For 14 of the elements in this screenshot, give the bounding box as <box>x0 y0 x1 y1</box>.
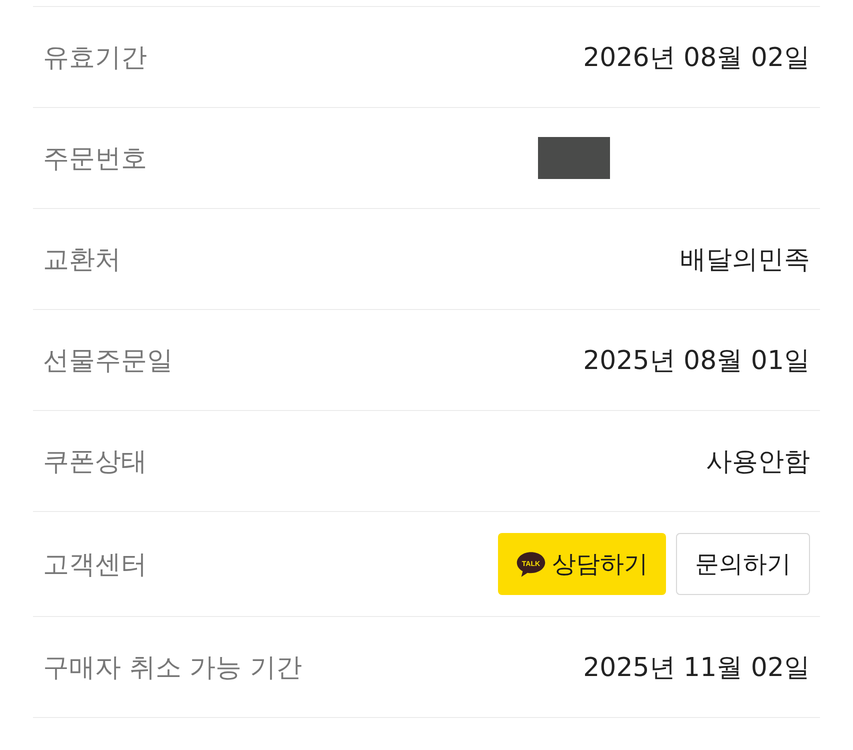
row-label: 선물주문일 <box>43 344 173 378</box>
row-value: 2026년 08월 02일 <box>583 42 810 74</box>
row-label: 교환처 <box>43 244 121 276</box>
row-value: 2025년 11월 02일 <box>583 652 810 684</box>
row-label: 유효기간 <box>43 42 147 74</box>
row-label: 주문번호 <box>43 142 147 176</box>
row-label: 쿠폰상태 <box>43 446 147 478</box>
redaction-block <box>538 137 610 179</box>
row-label: 고객센터 <box>43 548 147 582</box>
row-value: 배달의민족 <box>680 244 810 276</box>
row-label: 구매자 취소 가능 기간 <box>43 652 302 684</box>
row-value: 2025년 08월 01일 <box>583 344 810 378</box>
inquiry-button[interactable]: 문의하기 <box>676 533 810 595</box>
row-value: 사용안함 <box>706 446 810 478</box>
